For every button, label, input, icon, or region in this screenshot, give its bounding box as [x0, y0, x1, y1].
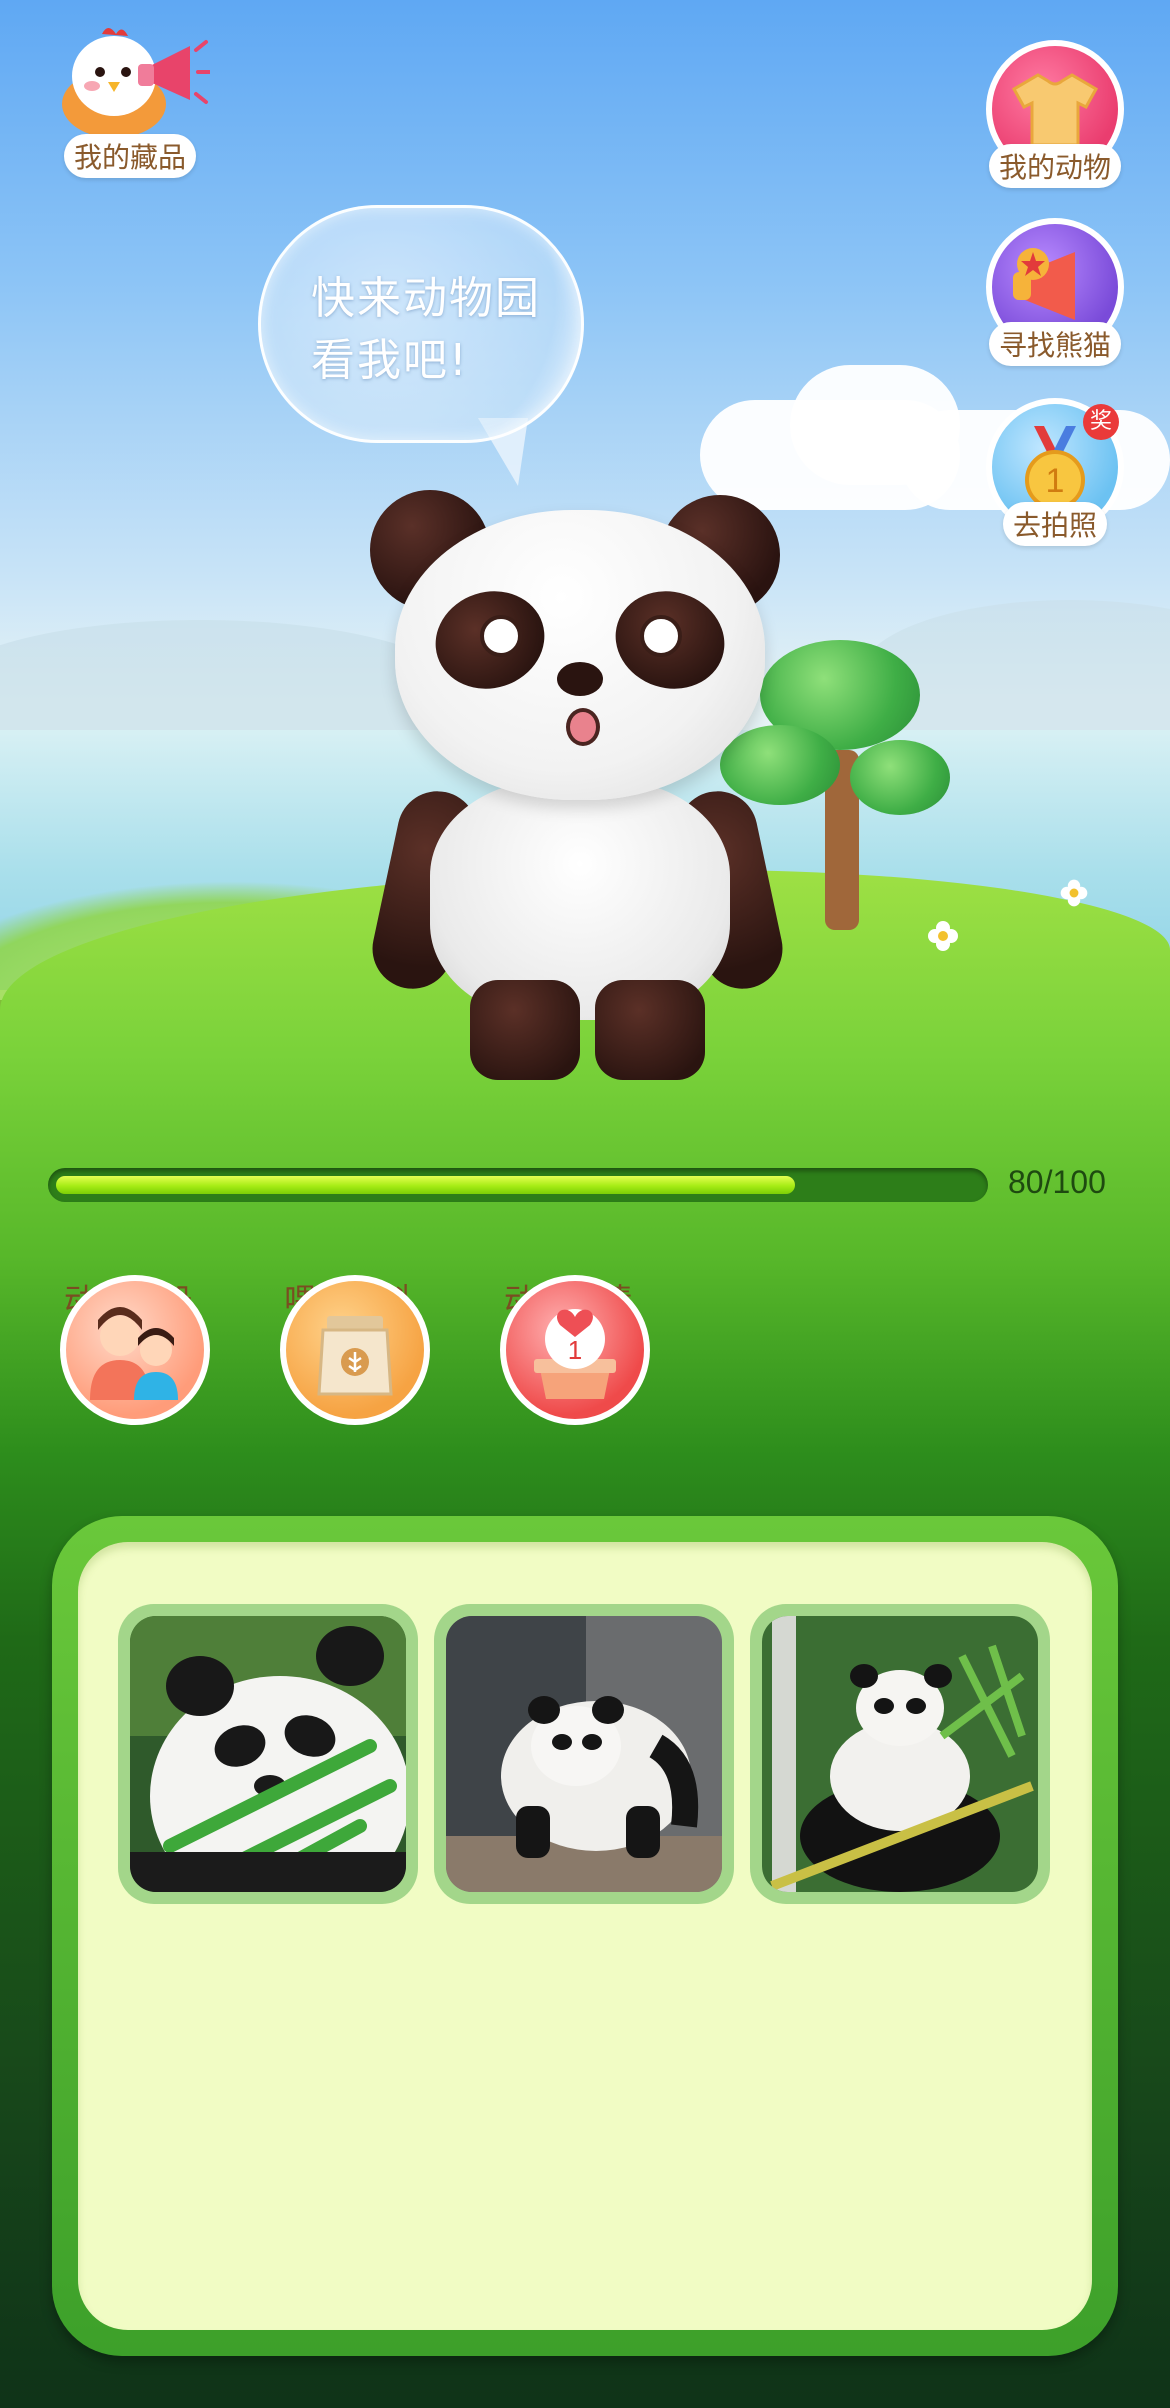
flower-icon [1060, 879, 1088, 907]
flower-icon [928, 921, 958, 951]
panda-photo [762, 1616, 1038, 1892]
panda-photo [446, 1616, 722, 1892]
panda-photo-card[interactable] [434, 1604, 734, 1904]
collection-label: 我的藏品 [63, 134, 197, 178]
panda-character[interactable] [365, 490, 790, 1090]
my-animals-button[interactable]: 我的动物 [980, 40, 1130, 190]
family-album-icon [60, 1275, 210, 1425]
speech-bubble-text: 快来动物园 看我吧! [311, 273, 541, 386]
heart-box-icon: 1 [500, 1275, 650, 1425]
animal-emoji-button[interactable]: 1 动物表情 [490, 1275, 660, 1450]
take-photo-button[interactable]: 1 奖 去拍照 [980, 398, 1130, 548]
progress-fill [56, 1176, 796, 1194]
find-panda-button[interactable]: 寻找熊猫 [980, 218, 1130, 368]
chick-megaphone-icon [62, 28, 210, 138]
panda-photo [130, 1616, 406, 1892]
panda-head [395, 510, 765, 800]
animal-album-button[interactable]: 动物相册 [50, 1275, 220, 1450]
panda-photo-card[interactable] [750, 1604, 1050, 1904]
growth-progress-bar [48, 1168, 988, 1202]
progress-text: 80/100 [1008, 1164, 1106, 1200]
panda-photo-card[interactable] [118, 1604, 418, 1904]
svg-text:1: 1 [1046, 462, 1065, 500]
take-photo-label: 去拍照 [1002, 502, 1108, 546]
feed-bag-icon [280, 1275, 430, 1425]
reward-badge: 奖 [1083, 404, 1119, 440]
photo-panel [52, 1516, 1118, 2356]
feed-button[interactable]: 喂养饲料 [270, 1275, 440, 1450]
svg-text:1: 1 [568, 1335, 582, 1365]
panda-leg [595, 980, 705, 1080]
find-panda-label: 寻找熊猫 [988, 322, 1122, 366]
speech-bubble: 快来动物园 看我吧! [258, 205, 584, 443]
my-animals-label: 我的动物 [988, 144, 1122, 188]
panda-leg [470, 980, 580, 1080]
my-collection-button[interactable]: 我的藏品 [50, 20, 210, 180]
photo-panel-inner [78, 1542, 1092, 2330]
